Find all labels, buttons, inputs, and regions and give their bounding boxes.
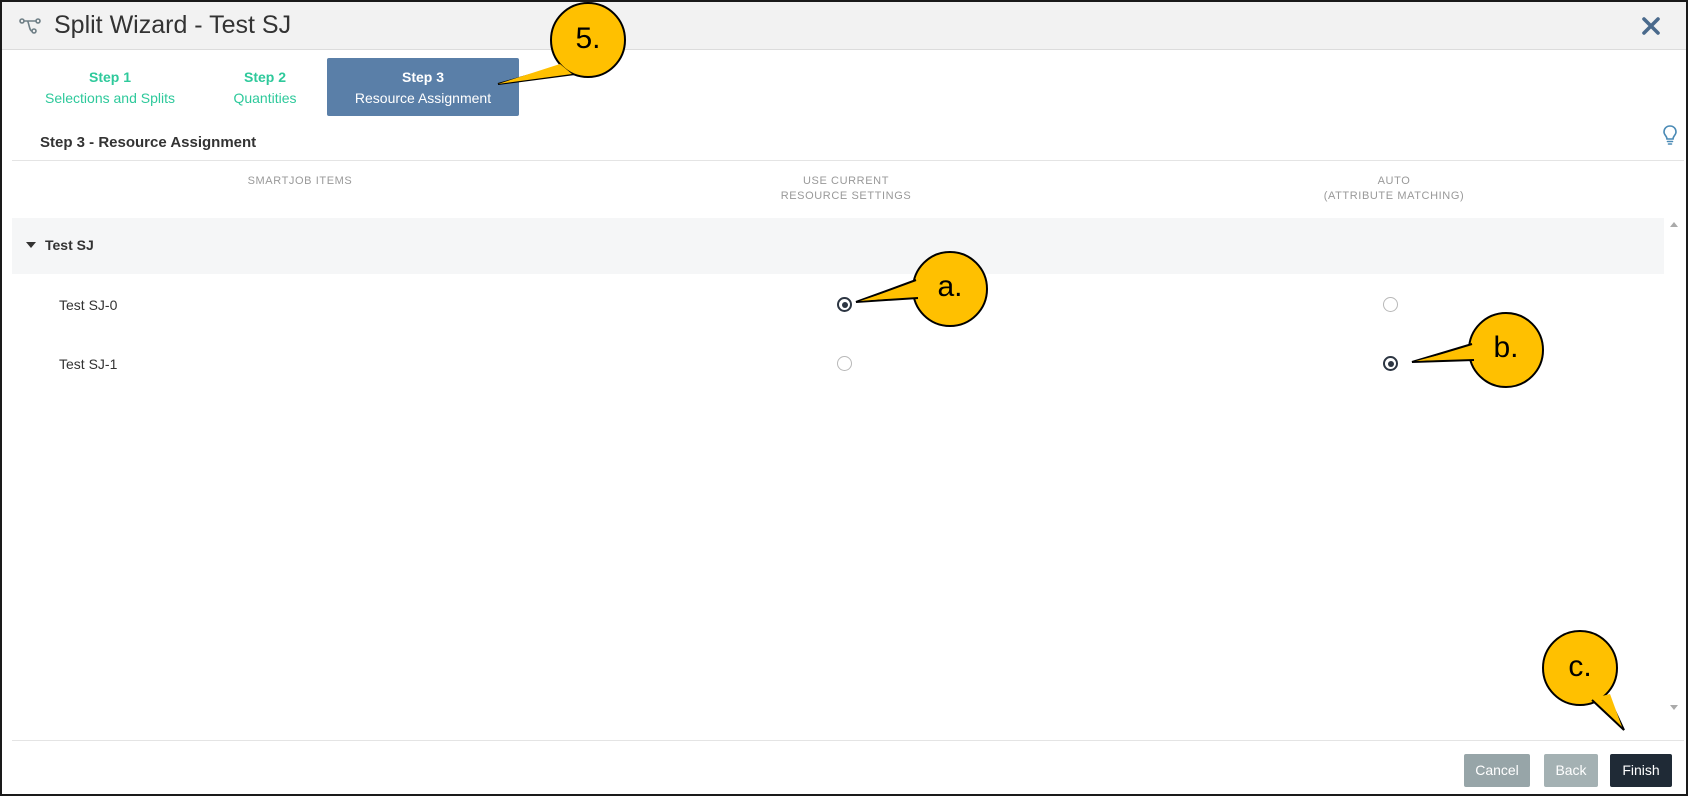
column-auto-line2: (ATTRIBUTE MATCHING): [1323, 190, 1465, 202]
column-header-auto: AUTO (ATTRIBUTE MATCHING): [1284, 174, 1504, 204]
section-title: Step 3 - Resource Assignment: [40, 134, 257, 151]
scrollbar[interactable]: [1666, 218, 1682, 714]
step-2-number: Step 2: [243, 69, 286, 85]
column-header-items: SMARTJOB ITEMS: [202, 174, 398, 189]
group-row-test-sj[interactable]: Test SJ: [12, 218, 1664, 274]
column-items-label: SMARTJOB ITEMS: [247, 175, 353, 187]
cancel-button[interactable]: Cancel: [1464, 754, 1530, 787]
step-3-number: Step 3: [401, 69, 444, 85]
split-icon: [19, 18, 41, 34]
radio-test-sj-1-use-current[interactable]: [837, 356, 852, 371]
item-label-test-sj-0: Test SJ-0: [59, 297, 118, 313]
column-current-line1: USE CURRENT: [802, 175, 890, 187]
group-label: Test SJ: [45, 237, 94, 253]
caret-down-icon[interactable]: [26, 242, 36, 248]
step-3-label: Resource Assignment: [354, 90, 492, 106]
step-1-label: Selections and Splits: [45, 90, 175, 106]
close-icon[interactable]: [1638, 13, 1664, 39]
column-header-use-current: USE CURRENT RESOURCE SETTINGS: [736, 174, 956, 204]
column-current-line2: RESOURCE SETTINGS: [780, 190, 912, 202]
tab-step-3[interactable]: Step 3 Resource Assignment: [327, 58, 519, 116]
item-label-test-sj-1: Test SJ-1: [59, 356, 118, 372]
radio-test-sj-0-use-current[interactable]: [837, 297, 852, 312]
column-auto-line1: AUTO: [1377, 175, 1411, 187]
callout-a-label: a.: [937, 270, 963, 303]
window-title: Split Wizard - Test SJ: [54, 11, 292, 39]
scroll-up-icon[interactable]: [1670, 222, 1678, 227]
step-2-label: Quantities: [233, 90, 297, 106]
finish-button[interactable]: Finish: [1610, 754, 1672, 787]
divider-footer: [12, 740, 1684, 741]
scroll-down-icon[interactable]: [1670, 705, 1678, 710]
callout-5-label: 5.: [575, 22, 601, 55]
step-1-number: Step 1: [88, 69, 131, 85]
title-bar: Split Wizard - Test SJ: [2, 2, 1686, 50]
callout-c-label: c.: [1568, 650, 1592, 683]
split-wizard-dialog: Split Wizard - Test SJ Step 1 Selections…: [0, 0, 1688, 796]
divider-top: [12, 160, 1684, 161]
tab-step-2[interactable]: Step 2 Quantities: [222, 58, 308, 116]
radio-test-sj-0-auto[interactable]: [1383, 297, 1398, 312]
lightbulb-icon[interactable]: [1662, 124, 1678, 146]
radio-test-sj-1-auto[interactable]: [1383, 356, 1398, 371]
back-button[interactable]: Back: [1544, 754, 1598, 787]
callout-b-label: b.: [1493, 331, 1519, 364]
tab-step-1[interactable]: Step 1 Selections and Splits: [38, 58, 182, 116]
